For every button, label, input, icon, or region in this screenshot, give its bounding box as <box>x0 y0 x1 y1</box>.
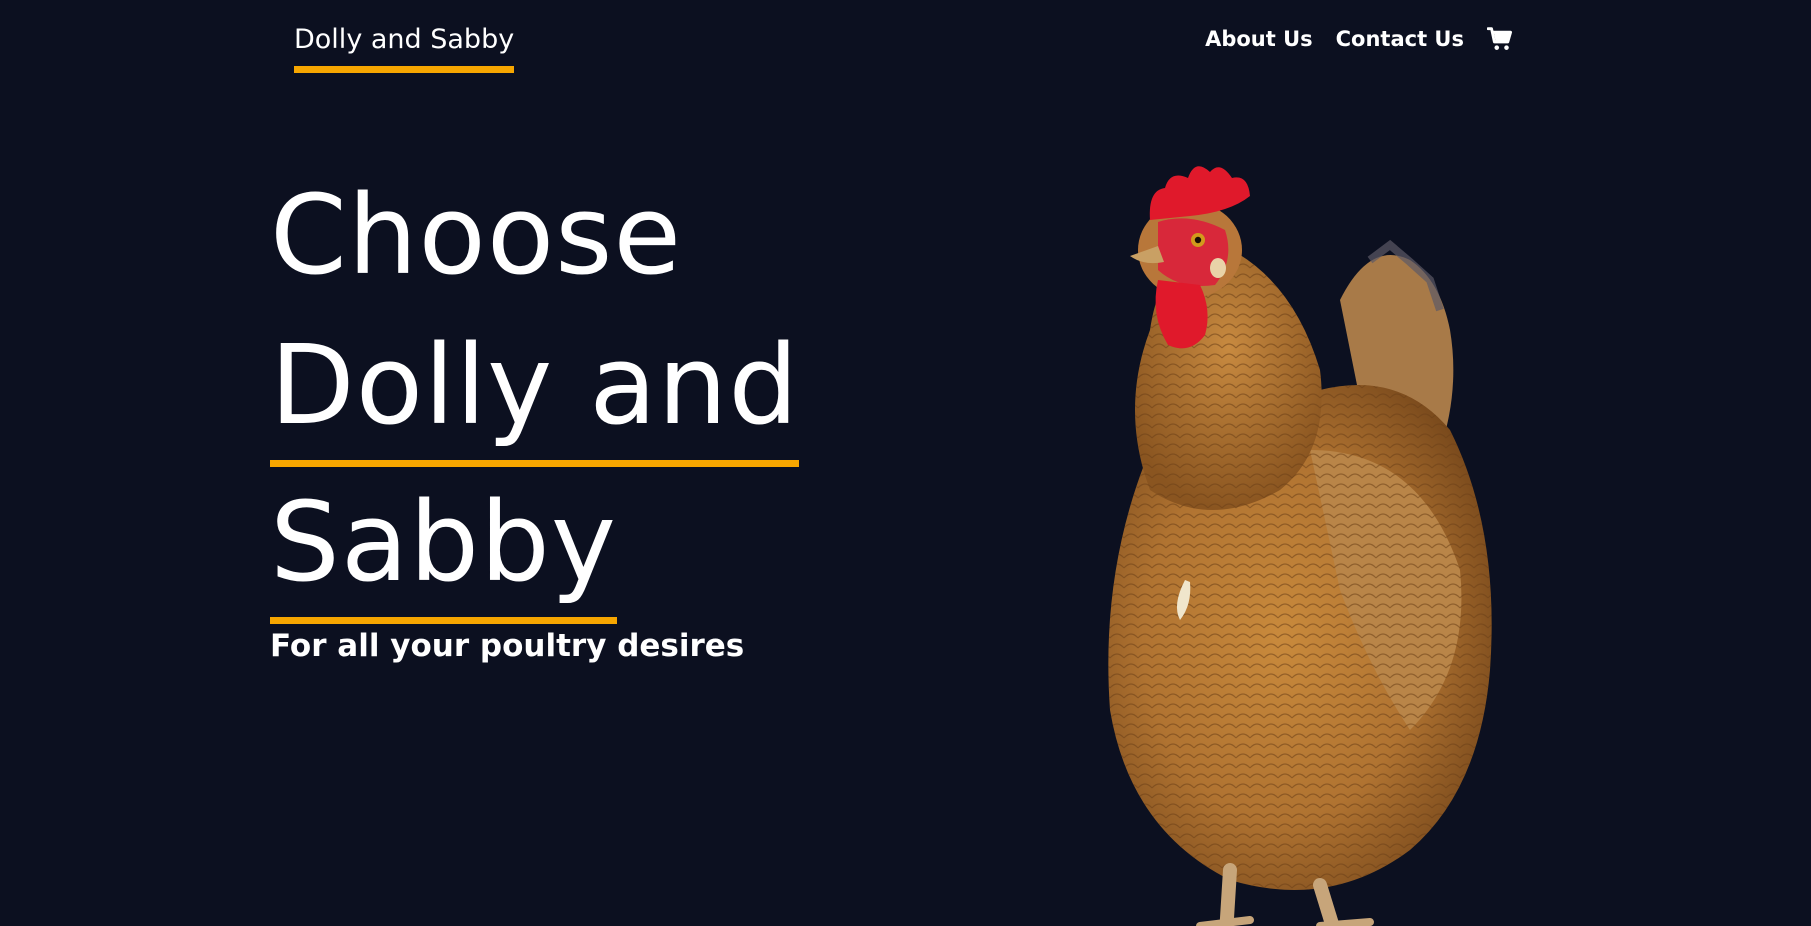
hero-title-line-3-wrap: Sabby <box>270 467 890 624</box>
main-nav: About Us Contact Us <box>1205 22 1513 56</box>
nav-contact-us[interactable]: Contact Us <box>1336 27 1464 51</box>
hero-title-line-3: Sabby <box>270 467 617 624</box>
nav-about-us[interactable]: About Us <box>1205 27 1313 51</box>
chicken-image <box>1040 150 1520 926</box>
shopping-cart-icon[interactable] <box>1487 26 1513 52</box>
hero-title-line-2-wrap: Dolly and <box>270 310 890 467</box>
hero-title-line-2: Dolly and <box>270 310 800 467</box>
hero-title-line-1: Choose <box>270 171 683 299</box>
hero-section: Choose Dolly and Sabby <box>270 160 890 624</box>
hero-tagline: For all your poultry desires <box>270 628 745 664</box>
hero-title: Choose Dolly and Sabby <box>270 160 890 624</box>
brand-logo-link[interactable]: Dolly and Sabby <box>294 22 515 73</box>
landing-page: Dolly and Sabby About Us Contact Us Choo… <box>0 0 1811 926</box>
